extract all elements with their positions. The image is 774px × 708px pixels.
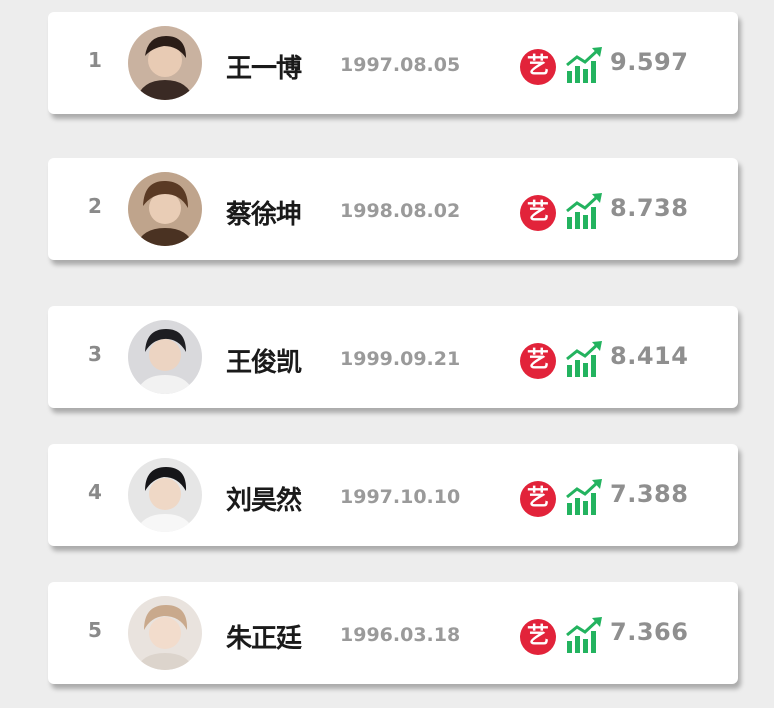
rank-number: 2 (88, 194, 102, 218)
ranking-card[interactable]: 1 王一博 1997.08.05 艺 9.597 (48, 12, 738, 114)
rank-number: 1 (88, 48, 102, 72)
yi-badge-icon: 艺 (520, 619, 556, 655)
avatar[interactable] (128, 458, 202, 532)
artist-name: 朱正廷 (226, 624, 302, 654)
artist-name: 蔡徐坤 (226, 200, 302, 230)
rank-number: 3 (88, 342, 102, 366)
ranking-card[interactable]: 5 朱正廷 1996.03.18 艺 7.366 (48, 582, 738, 684)
yi-badge-icon: 艺 (520, 481, 556, 517)
score: 8.738 (610, 194, 689, 222)
rank-number: 5 (88, 618, 102, 642)
trending-up-icon (566, 479, 602, 515)
birth-date: 1997.10.10 (340, 486, 461, 508)
score: 7.388 (610, 480, 689, 508)
trending-up-icon (566, 47, 602, 83)
yi-badge-icon: 艺 (520, 195, 556, 231)
artist-name: 王一博 (226, 54, 302, 84)
yi-badge-icon: 艺 (520, 49, 556, 85)
score: 7.366 (610, 618, 689, 646)
birth-date: 1997.08.05 (340, 54, 461, 76)
birth-date: 1999.09.21 (340, 348, 461, 370)
trending-up-icon (566, 341, 602, 377)
birth-date: 1998.08.02 (340, 200, 461, 222)
avatar[interactable] (128, 26, 202, 100)
avatar[interactable] (128, 596, 202, 670)
score: 9.597 (610, 48, 689, 76)
ranking-list: 1 王一博 1997.08.05 艺 9.597 2 蔡徐坤 1998.08.0… (0, 0, 774, 708)
ranking-card[interactable]: 3 王俊凯 1999.09.21 艺 8.414 (48, 306, 738, 408)
yi-badge-icon: 艺 (520, 343, 556, 379)
rank-number: 4 (88, 480, 102, 504)
birth-date: 1996.03.18 (340, 624, 461, 646)
ranking-card[interactable]: 2 蔡徐坤 1998.08.02 艺 8.738 (48, 158, 738, 260)
avatar[interactable] (128, 320, 202, 394)
trending-up-icon (566, 193, 602, 229)
artist-name: 刘昊然 (226, 486, 302, 516)
ranking-card[interactable]: 4 刘昊然 1997.10.10 艺 7.388 (48, 444, 738, 546)
score: 8.414 (610, 342, 689, 370)
trending-up-icon (566, 617, 602, 653)
artist-name: 王俊凯 (226, 348, 302, 378)
avatar[interactable] (128, 172, 202, 246)
